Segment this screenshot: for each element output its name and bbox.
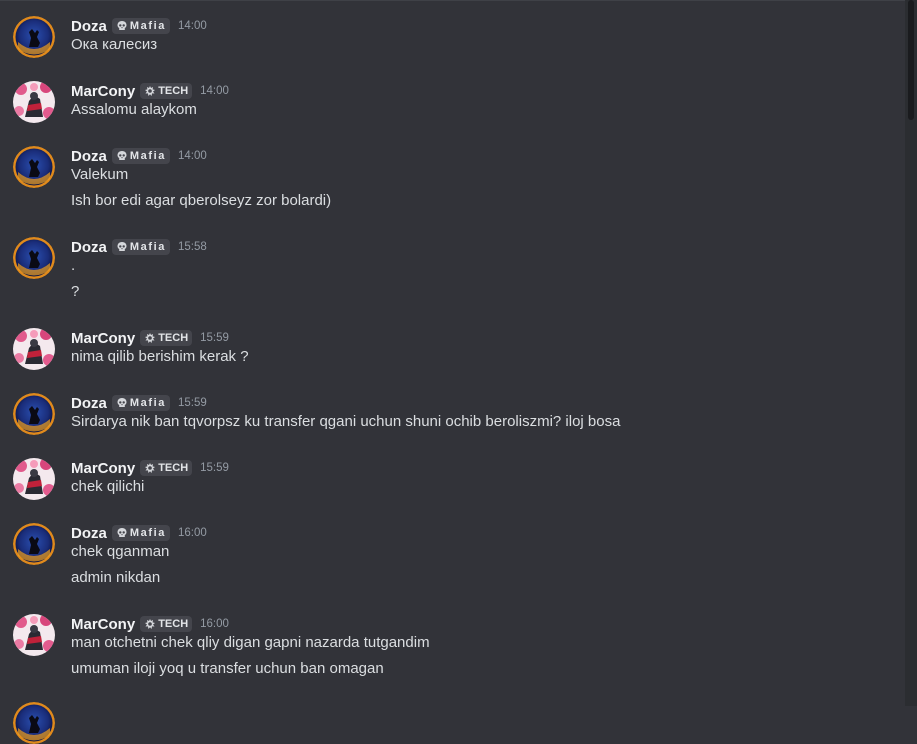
avatar[interactable] (13, 81, 55, 123)
timestamp[interactable]: 16:00 (200, 618, 229, 630)
timestamp[interactable]: 14:00 (178, 150, 207, 162)
message-text: man otchetni chek qliy digan gapni nazar… (71, 634, 430, 651)
message-text: . (71, 257, 76, 274)
guild-tag[interactable]: Mafia (111, 395, 170, 411)
scrollbar[interactable] (905, 0, 917, 706)
timestamp[interactable]: 14:00 (200, 85, 229, 97)
guild-tag-label: TECH (158, 332, 189, 344)
message-text: Valekum (71, 166, 129, 183)
message-header: Doza Mafia 15:58 (71, 237, 207, 257)
skull-icon (116, 527, 128, 539)
skull-icon (116, 20, 128, 32)
guild-tag[interactable]: TECH (140, 616, 193, 632)
guild-tag[interactable]: TECH (140, 460, 193, 476)
avatar[interactable] (13, 614, 55, 656)
timestamp[interactable]: 14:00 (178, 20, 207, 32)
skull-icon (116, 150, 128, 162)
avatar[interactable] (13, 328, 55, 370)
avatar[interactable] (13, 702, 55, 744)
message-header: Doza Mafia 14:00 (71, 146, 207, 166)
username[interactable]: Doza (71, 239, 107, 256)
message-text: Ish bor edi agar qberolseyz zor bolardi) (71, 192, 332, 209)
message-text: Sirdarya nik ban tqvorpsz ku transfer qg… (71, 413, 621, 430)
message-text: ? (71, 283, 80, 300)
username[interactable]: MarCony (71, 83, 135, 100)
message-header: MarCony TECH 14:00 (71, 81, 229, 101)
username[interactable]: MarCony (71, 616, 135, 633)
avatar[interactable] (13, 393, 55, 435)
username[interactable]: Doza (71, 18, 107, 35)
avatar[interactable] (13, 16, 55, 58)
avatar[interactable] (13, 237, 55, 279)
guild-tag-label: TECH (158, 618, 189, 630)
timestamp[interactable]: 15:59 (178, 397, 207, 409)
username[interactable]: MarCony (71, 460, 135, 477)
guild-tag-label: TECH (158, 85, 189, 97)
guild-tag-label: TECH (158, 462, 189, 474)
username[interactable]: Doza (71, 148, 107, 165)
scrollbar-thumb[interactable] (908, 0, 914, 120)
timestamp[interactable]: 15:59 (200, 462, 229, 474)
guild-tag-label: Mafia (129, 241, 166, 253)
timestamp[interactable]: 15:59 (200, 332, 229, 344)
message-header: MarCony TECH 15:59 (71, 328, 229, 348)
avatar[interactable] (13, 523, 55, 565)
wrench-icon (144, 462, 156, 474)
message-text: umuman iloji yoq u transfer uchun ban om… (71, 660, 384, 677)
message-header: MarCony TECH 15:59 (71, 458, 229, 478)
message-header: MarCony TECH 16:00 (71, 614, 229, 634)
message-text: chek qilichi (71, 478, 145, 495)
avatar[interactable] (13, 458, 55, 500)
timestamp[interactable]: 15:58 (178, 241, 207, 253)
chat-message-list: Doza Mafia 14:00 Ока калесиз MarCony TECH 14:… (0, 0, 905, 744)
wrench-icon (144, 618, 156, 630)
username[interactable]: Doza (71, 395, 107, 412)
message-text: Ока калесиз (71, 36, 158, 53)
guild-tag-label: Mafia (129, 397, 166, 409)
guild-tag[interactable]: Mafia (111, 148, 170, 164)
guild-tag[interactable]: TECH (140, 83, 193, 99)
guild-tag-label: Mafia (129, 527, 166, 539)
username[interactable]: MarCony (71, 330, 135, 347)
message-header: Doza Mafia 14:00 (71, 16, 207, 36)
message-header: Doza Mafia 15:59 (71, 393, 207, 413)
guild-tag[interactable]: Mafia (111, 525, 170, 541)
username[interactable]: Doza (71, 525, 107, 542)
message-text: Assalomu alaykom (71, 101, 197, 118)
skull-icon (116, 241, 128, 253)
wrench-icon (144, 332, 156, 344)
timestamp[interactable]: 16:00 (178, 527, 207, 539)
avatar[interactable] (13, 146, 55, 188)
wrench-icon (144, 85, 156, 97)
guild-tag-label: Mafia (129, 150, 166, 162)
skull-icon (116, 397, 128, 409)
guild-tag-label: Mafia (129, 20, 166, 32)
message-text: nima qilib berishim kerak ? (71, 348, 249, 365)
message-text: admin nikdan (71, 569, 161, 586)
guild-tag[interactable]: Mafia (111, 239, 170, 255)
top-divider (0, 0, 905, 1)
message-text: chek qganman (71, 543, 170, 560)
guild-tag[interactable]: Mafia (111, 18, 170, 34)
message-header: Doza Mafia 16:00 (71, 523, 207, 543)
guild-tag[interactable]: TECH (140, 330, 193, 346)
